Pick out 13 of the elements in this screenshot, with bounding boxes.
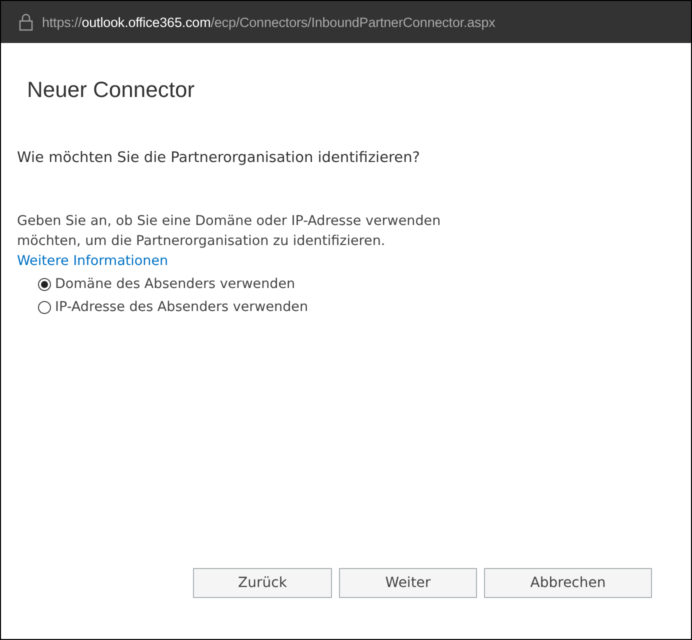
option-label: IP-Adresse des Absenders verwenden [55,299,308,315]
dialog-title: Neuer Connector [27,77,196,103]
more-info-link[interactable]: Weitere Informationen [17,253,168,269]
radio-button[interactable] [38,300,51,314]
question-heading: Wie möchten Sie die Partnerorganisation identifizieren? [17,150,421,166]
lock-icon [19,13,33,31]
url-text[interactable]: https://outlook.office365.com/ecp/Connectors/InboundPartnerConnector.aspx [42,14,496,30]
dialog-button[interactable]: Abbrechen [484,568,652,598]
description-text: Geben Sie an, ob Sie eine Domäne oder IP-Adresse verwenden möchten, um die Partnerorganisation zu identifizieren. Weitere Informationen [17,212,442,271]
radio-button[interactable] [38,278,51,290]
dialog-button[interactable]: Weiter [339,568,477,598]
option-label: Domäne des Absenders verwenden [55,276,296,292]
dialog-button[interactable]: Zurück [193,568,332,598]
